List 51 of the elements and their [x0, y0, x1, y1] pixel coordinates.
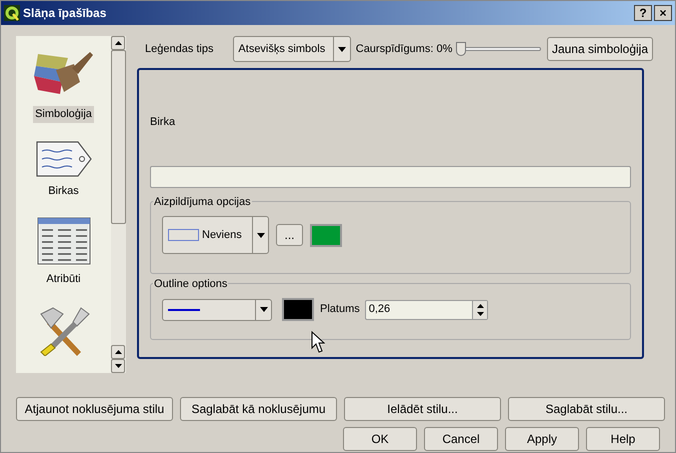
fill-color-button[interactable] [310, 224, 342, 246]
dialog-button[interactable]: Cancel [424, 427, 498, 451]
dialog-button[interactable]: OK [343, 427, 417, 451]
down-arrow-icon [114, 364, 122, 368]
line-style-dropdown[interactable] [162, 298, 272, 320]
style-button[interactable]: Saglabāt stilu... [508, 397, 665, 421]
scroll-down-button[interactable] [111, 359, 125, 373]
transparency-slider[interactable] [456, 42, 541, 56]
line-preview-icon [168, 308, 200, 310]
scroll-up-button[interactable] [111, 36, 125, 50]
sidebar-item-label: Simboloģija [33, 106, 94, 122]
up-arrow-icon [114, 350, 122, 354]
scroll-up-button[interactable] [111, 345, 125, 359]
legend-type-dropdown[interactable]: Atsevišķs simbols [233, 36, 351, 62]
width-spinbox[interactable]: 0,26 [364, 300, 488, 320]
slider-thumb[interactable] [456, 42, 466, 56]
style-button[interactable]: Atjaunot noklusējuma stilu [16, 397, 173, 421]
label-input-field[interactable] [150, 166, 631, 188]
outline-options-title: Outline options [153, 276, 228, 292]
label-caption: Birka [150, 115, 176, 130]
fill-style-dropdown[interactable]: Neviens [162, 216, 269, 254]
sidebar-item[interactable]: Simboloģija [33, 36, 94, 128]
sidebar-item[interactable]: Birkas [36, 128, 92, 205]
style-button[interactable]: Ielādēt stilu... [344, 397, 501, 421]
scroll-thumb[interactable] [111, 50, 126, 224]
sidebar-item-label: Birkas [47, 184, 80, 198]
transparency-label: Caurspīdīgums: 0% [356, 42, 452, 57]
up-arrow-icon [114, 41, 122, 45]
dialog-button[interactable]: Apply [505, 427, 579, 451]
caret-icon [260, 307, 268, 312]
fill-preview-icon [168, 229, 199, 241]
new-symbology-button[interactable]: Jauna simboloģija [546, 37, 653, 61]
legend-type-label: Leģendas tips [145, 42, 214, 57]
fill-more-button[interactable]: ... [276, 224, 303, 246]
close-button[interactable]: × [654, 5, 672, 21]
tag-icon [36, 140, 92, 176]
width-label: Platums [320, 302, 360, 318]
window-title: Slāņa īpašības [23, 5, 106, 22]
fill-options-title: Aizpildījuma opcijas [153, 194, 252, 210]
cursor-icon [311, 331, 325, 353]
app-logo-icon [4, 5, 20, 21]
caret-icon [338, 46, 346, 52]
caret-icon [256, 232, 264, 238]
style-button[interactable]: Saglabāt kā noklusējumu [180, 397, 337, 421]
outline-color-button[interactable] [282, 298, 314, 321]
sidebar-item-label: Atribūti [45, 272, 82, 287]
sidebar-item[interactable]: Atribūti [36, 205, 90, 294]
table-icon [36, 217, 90, 265]
help-button[interactable]: ? [634, 5, 652, 21]
dialog-button[interactable]: Help [586, 427, 660, 451]
scrollbar[interactable] [111, 36, 126, 373]
